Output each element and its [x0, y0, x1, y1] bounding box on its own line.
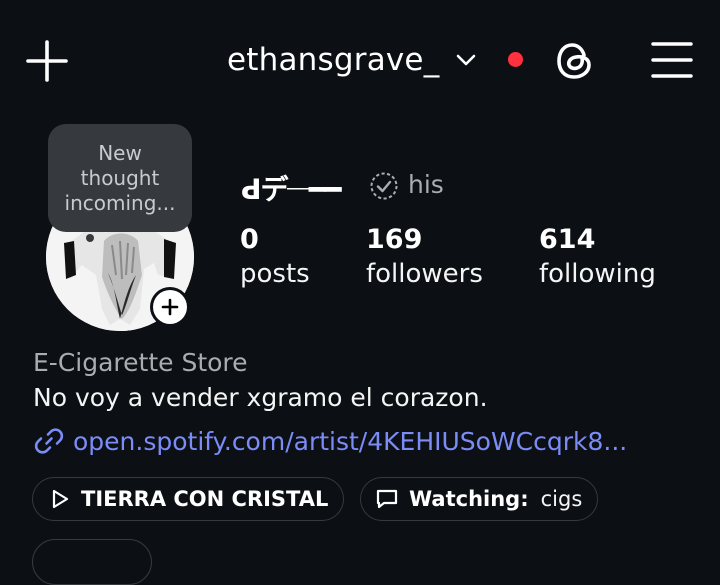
followers-count: 169 — [366, 224, 423, 255]
hamburger-menu-icon — [651, 42, 693, 78]
bio-text: No voy a vender xgramo el corazon. — [33, 383, 488, 412]
add-story-button[interactable] — [150, 287, 190, 327]
note-bubble[interactable]: New thought incoming... — [48, 124, 192, 232]
following-label: following — [539, 259, 656, 289]
display-name: ꓒデ𝄖━━ — [241, 173, 342, 206]
watching-chip[interactable]: Watching: cigs — [360, 477, 598, 521]
chevron-down-icon — [457, 54, 476, 66]
account-switcher[interactable]: ethansgrave_ — [227, 38, 477, 82]
chat-bubble-icon — [376, 489, 398, 509]
threads-icon — [557, 43, 591, 79]
extra-chip[interactable] — [32, 539, 152, 585]
menu-button[interactable] — [650, 40, 694, 80]
username: ethansgrave_ — [227, 42, 440, 78]
bio-link[interactable]: open.spotify.com/artist/4KEHIUSoWCcqrk8.… — [33, 425, 627, 457]
bio-link-text: open.spotify.com/artist/4KEHIUSoWCcqrk8.… — [73, 426, 628, 456]
watching-chip-value: cigs — [540, 487, 583, 511]
following-stat[interactable]: 614 following — [539, 224, 656, 289]
pronouns: his — [408, 170, 444, 199]
plus-icon — [26, 40, 68, 82]
followers-stat[interactable]: 169 followers — [366, 224, 483, 289]
threads-button[interactable] — [553, 39, 597, 83]
create-button[interactable] — [26, 40, 68, 82]
play-icon — [52, 489, 69, 509]
posts-stat[interactable]: 0 posts — [240, 224, 310, 289]
music-chip-label: TIERRA CON CRISTAL — [81, 487, 329, 511]
add-story-badge — [153, 290, 187, 324]
verified-badge-icon[interactable] — [369, 171, 399, 201]
note-text: New thought incoming... — [64, 141, 176, 215]
notification-dot — [508, 52, 523, 67]
profile-category: E-Cigarette Store — [33, 348, 248, 377]
link-icon — [34, 428, 64, 454]
following-count: 614 — [539, 224, 596, 255]
note-bubble-tail — [86, 234, 94, 242]
followers-label: followers — [366, 259, 483, 289]
posts-count: 0 — [240, 224, 259, 255]
plus-icon — [161, 298, 179, 316]
music-chip[interactable]: TIERRA CON CRISTAL — [32, 477, 344, 521]
posts-label: posts — [240, 259, 310, 289]
watching-chip-label: Watching: — [409, 487, 529, 511]
